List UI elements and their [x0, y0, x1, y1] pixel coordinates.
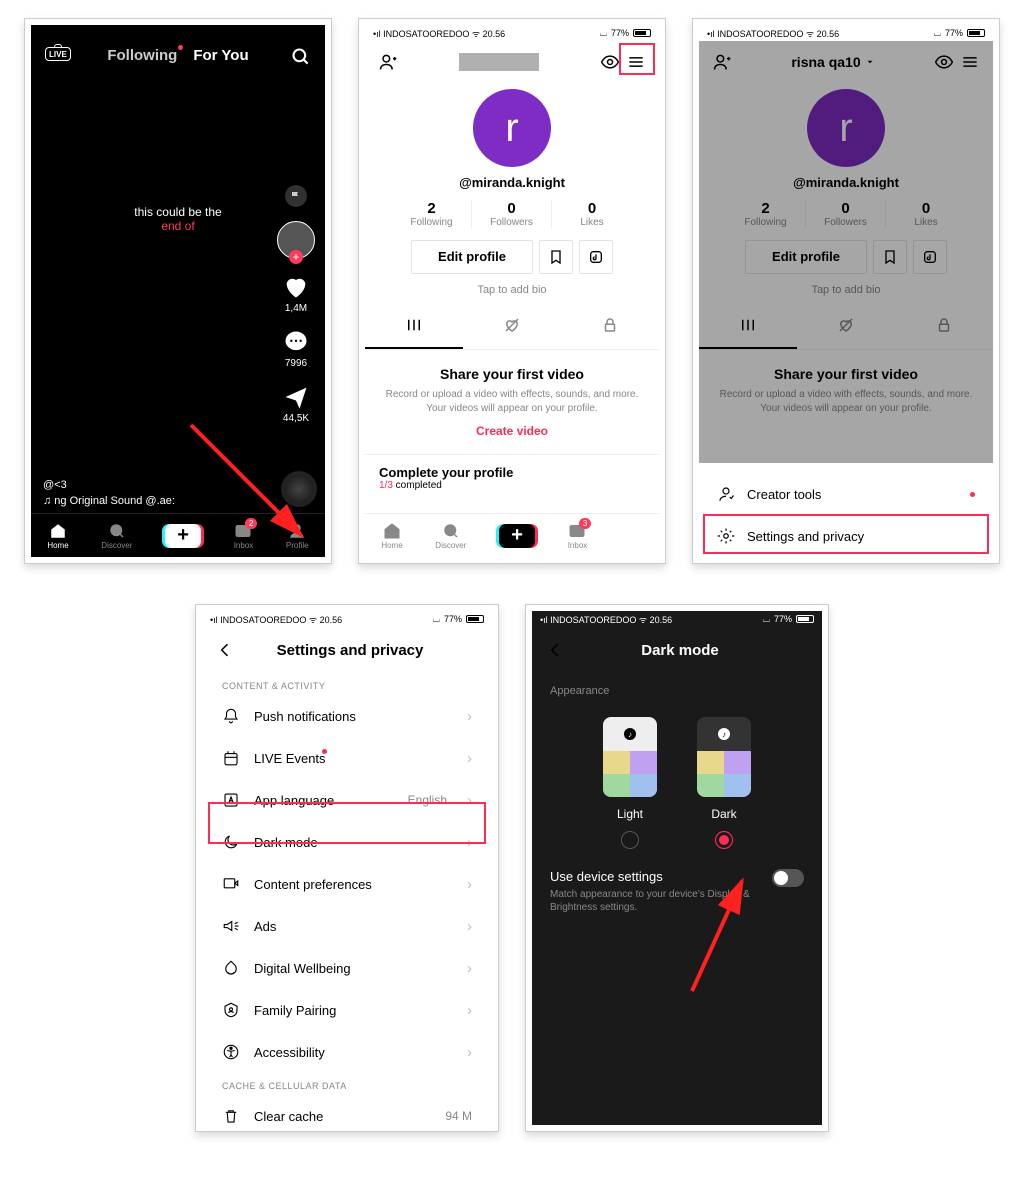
menu-settings-privacy[interactable]: Settings and privacy — [699, 515, 993, 557]
creator-avatar[interactable] — [277, 221, 315, 259]
profile-name[interactable] — [401, 53, 597, 71]
screen-profile: •ıl INDOSATOOREDOO ᯤ 20.56 ⌴ 77% r @mira… — [358, 18, 666, 564]
hamburger-icon[interactable] — [623, 49, 649, 75]
video-caption: this could be theend of — [134, 205, 221, 233]
comment-button[interactable]: 7996 — [282, 328, 310, 369]
nav-discover[interactable]: Discover — [435, 522, 466, 550]
device-settings-toggle[interactable] — [772, 869, 804, 887]
tab-grid[interactable] — [365, 308, 463, 349]
redacted-name — [459, 53, 539, 71]
like-button[interactable]: 1,4M — [282, 273, 310, 314]
nav-home[interactable]: Home — [47, 522, 68, 550]
screen-feed: LIVE Following For You this could be the… — [24, 18, 332, 564]
tab-private[interactable] — [561, 308, 659, 349]
avatar[interactable]: r — [473, 89, 551, 167]
create-video-link[interactable]: Create video — [385, 424, 639, 438]
status-bar: •ıl INDOSATOOREDOO ᯤ 20.56 ⌴ 77% — [202, 611, 492, 627]
screen-darkmode: •ıl INDOSATOOREDOO ᯤ 20.56 ⌴ 77% Dark mo… — [525, 604, 829, 1132]
light-preview: ♪ — [603, 717, 657, 797]
dark-preview: ♪ — [697, 717, 751, 797]
theme-light[interactable]: ♪ Light — [603, 717, 657, 849]
appearance-label: Appearance — [532, 673, 822, 697]
share-button[interactable]: 44,5K — [282, 383, 310, 424]
feed-username[interactable]: @<3 — [43, 479, 175, 491]
inbox-badge: 2 — [245, 518, 257, 529]
row-content-preferences[interactable]: Content preferences› — [202, 863, 492, 905]
nav-inbox[interactable]: Inbox2 — [234, 522, 254, 550]
profile-name-dropdown[interactable]: risna qa10 — [735, 54, 931, 70]
screen-profile-sheet: •ıl INDOSATOOREDOO ᯤ 20.56 ⌴ 77% risna q… — [692, 18, 1000, 564]
handle: @miranda.knight — [365, 175, 659, 190]
following-tab[interactable]: Following — [107, 47, 177, 64]
stat-followers[interactable]: 0Followers — [472, 200, 552, 228]
eye-icon[interactable] — [931, 49, 957, 75]
share-heading: Share your first video — [385, 366, 639, 382]
add-friend-icon[interactable] — [375, 49, 401, 75]
edit-profile-button: Edit profile — [745, 240, 867, 274]
screen-settings: •ıl INDOSATOOREDOO ᯤ 20.56 ⌴ 77% Setting… — [195, 604, 499, 1132]
nav-profile[interactable]: Profile — [620, 522, 643, 550]
tab-liked[interactable] — [463, 308, 561, 349]
foryou-tab[interactable]: For You — [193, 47, 248, 64]
nav-create[interactable]: + — [499, 524, 535, 548]
row-dark-mode[interactable]: Dark mode› — [202, 821, 492, 863]
radio-dark[interactable] — [715, 831, 733, 849]
device-settings-label: Use device settings — [550, 869, 760, 884]
row-ads[interactable]: Ads› — [202, 905, 492, 947]
radio-light[interactable] — [621, 831, 639, 849]
device-settings-sub: Match appearance to your device's Displa… — [550, 888, 760, 914]
row-push-notifications[interactable]: Push notifications› — [202, 695, 492, 737]
stat-following[interactable]: 2Following — [392, 200, 472, 228]
edit-profile-button[interactable]: Edit profile — [411, 240, 533, 274]
handle: @miranda.knight — [699, 175, 993, 190]
nav-home[interactable]: Home — [381, 522, 402, 550]
theme-dark[interactable]: ♪ Dark — [697, 717, 751, 849]
page-title: Dark mode — [548, 642, 812, 659]
row-clear-cache[interactable]: Clear cache94 M — [202, 1095, 492, 1125]
page-title: Settings and privacy — [218, 642, 482, 659]
nav-inbox[interactable]: Inbox3 — [568, 522, 588, 550]
row-app-language[interactable]: App languageEnglish› — [202, 779, 492, 821]
bookmark-button[interactable] — [539, 240, 573, 274]
nav-create[interactable]: + — [165, 524, 201, 548]
menu-creator-tools[interactable]: Creator tools — [699, 473, 993, 515]
row-digital-wellbeing[interactable]: Digital Wellbeing› — [202, 947, 492, 989]
search-icon[interactable] — [291, 47, 311, 72]
avatar: r — [807, 89, 885, 167]
row-live-events[interactable]: LIVE Events› — [202, 737, 492, 779]
section-cache: CACHE & CELLULAR DATA — [202, 1073, 492, 1095]
report-icon[interactable] — [285, 185, 307, 207]
row-accessibility[interactable]: Accessibility› — [202, 1031, 492, 1073]
music-button[interactable] — [579, 240, 613, 274]
status-bar: •ıl INDOSATOOREDOO ᯤ 20.56 ⌴ 77% — [699, 25, 993, 41]
stat-likes[interactable]: 0Likes — [552, 200, 632, 228]
status-bar: •ıl INDOSATOOREDOO ᯤ 20.56 ⌴ 77% — [532, 611, 822, 627]
section-content-activity: CONTENT & ACTIVITY — [202, 673, 492, 695]
share-text: Record or upload a video with effects, s… — [385, 388, 639, 416]
sound-disc[interactable] — [281, 471, 317, 507]
nav-profile[interactable]: Profile — [286, 522, 309, 550]
status-bar: •ıl INDOSATOOREDOO ᯤ 20.56 ⌴ 77% — [365, 25, 659, 41]
add-friend-icon[interactable] — [709, 49, 735, 75]
row-family-pairing[interactable]: Family Pairing› — [202, 989, 492, 1031]
hamburger-icon[interactable] — [957, 49, 983, 75]
bio-prompt[interactable]: Tap to add bio — [365, 284, 659, 296]
eye-icon[interactable] — [597, 49, 623, 75]
notification-dot — [970, 492, 975, 497]
complete-profile[interactable]: Complete your profile 1/3 completed — [365, 454, 659, 501]
nav-discover[interactable]: Discover — [101, 522, 132, 550]
feed-sound[interactable]: ♫ ng Original Sound @.ae: — [43, 495, 175, 507]
